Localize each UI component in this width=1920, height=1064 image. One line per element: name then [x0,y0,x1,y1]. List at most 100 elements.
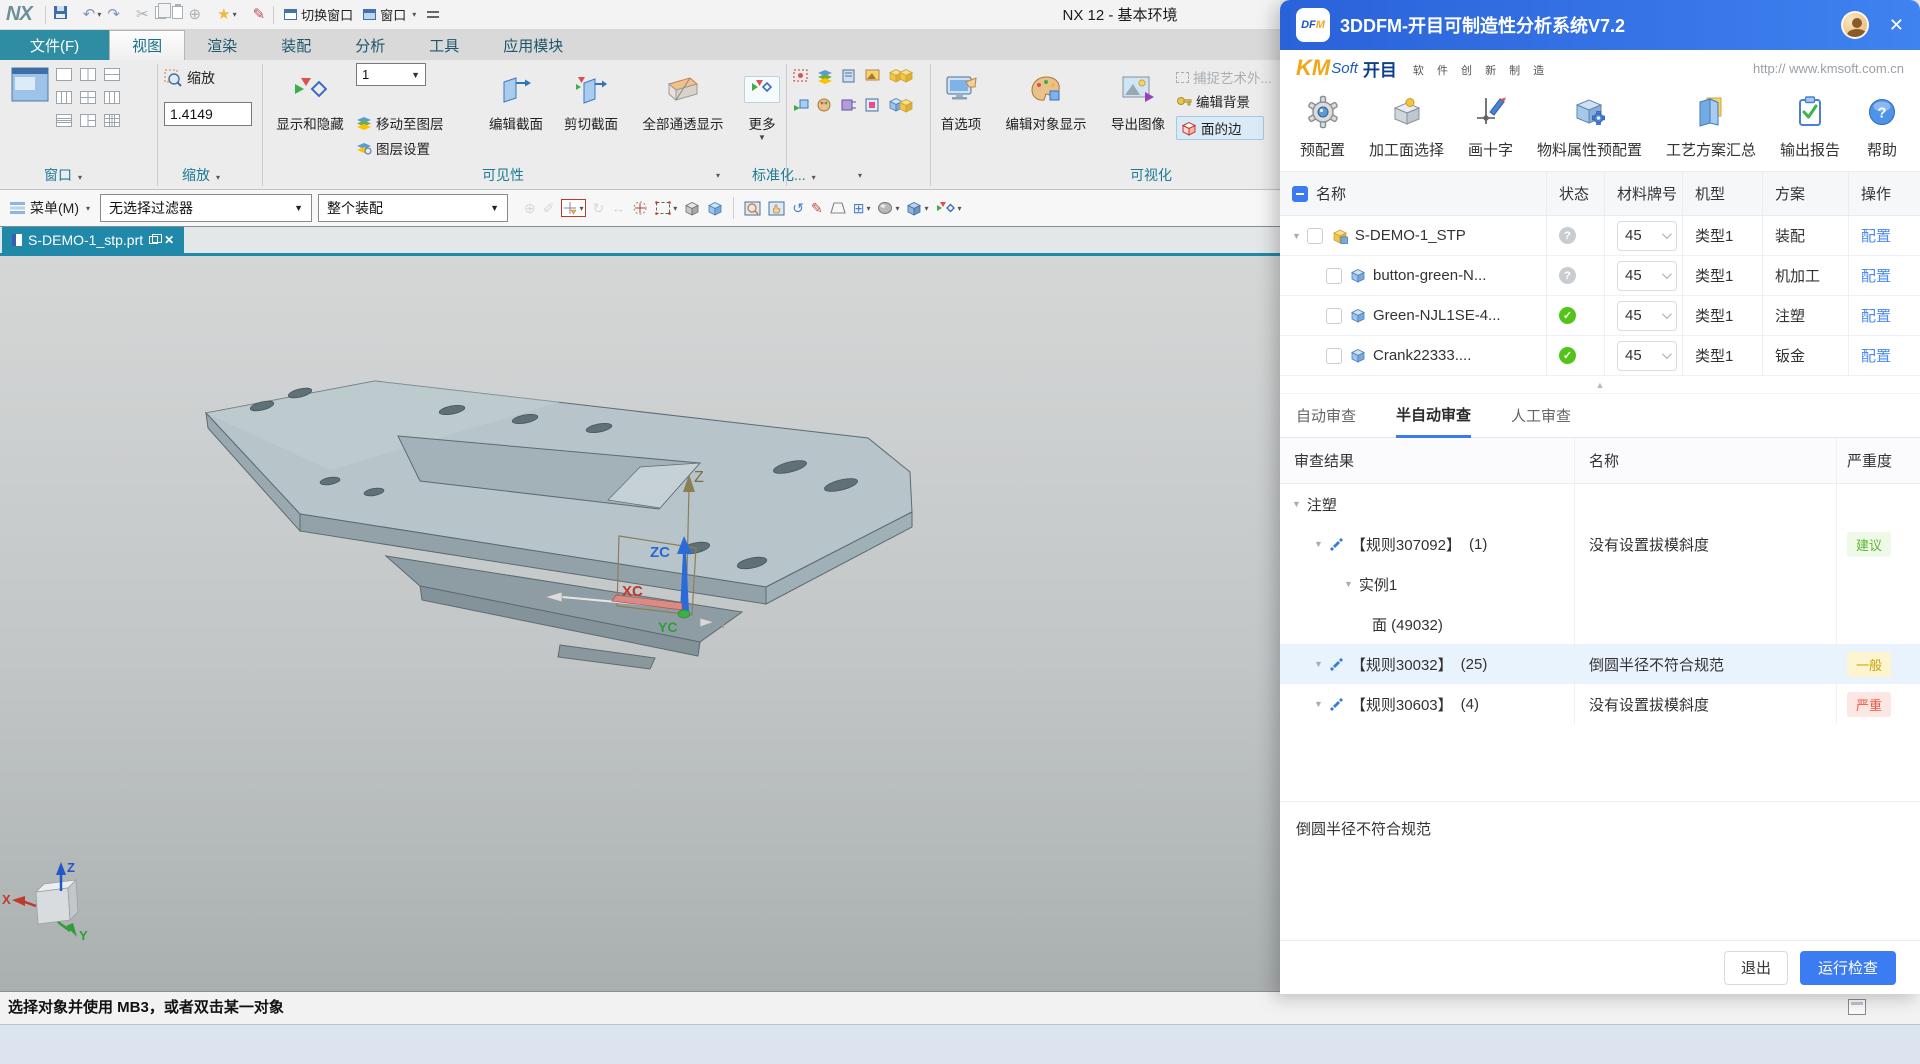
material-select[interactable]: 45 [1617,261,1677,291]
tab-restore-icon[interactable] [149,236,158,244]
window-layout-icon-4[interactable] [80,91,96,109]
ribbon-collapse-icon[interactable] [427,11,439,18]
tree-caret-icon[interactable]: ▼ [1292,499,1301,509]
render-style-icon[interactable]: ▾ [936,201,962,215]
configure-link[interactable]: 配置 [1861,265,1891,286]
window-layout-icon-7[interactable] [80,114,96,132]
kmsoft-url[interactable]: http:// www.kmsoft.com.cn [1753,61,1904,76]
selection-scope-combo[interactable]: 整个装配 ▼ [318,194,508,222]
dashed-circle-icon[interactable] [632,200,648,216]
switch-window-button[interactable]: 切换窗口 [284,5,353,24]
section-label-zoom[interactable]: 缩放▾ [182,165,220,185]
axis-label-xc[interactable]: XC [622,583,643,600]
copy-icon[interactable] [155,6,166,19]
review-table-row[interactable]: ▼【规则307092】(1)没有设置拔模斜度建议 [1280,524,1920,564]
standard-mini-icon-6[interactable] [816,97,836,118]
configure-link[interactable]: 配置 [1861,305,1891,326]
axis-label-yc[interactable]: YC [658,619,677,635]
edit-object-display-button[interactable]: 编辑对象显示 [994,65,1098,133]
window-layout-icon-3[interactable] [56,91,72,109]
standard-mini-icon-1[interactable] [816,68,836,89]
material-property-preconfig-button[interactable]: 物料属性预配置 [1537,94,1642,171]
move-to-layer-button[interactable]: 移动至图层 [356,113,480,133]
preconfig-button[interactable]: 预配置 [1300,94,1345,171]
review-table-row[interactable]: 面 (49032) [1280,604,1920,644]
status-panel-icon[interactable] [1848,999,1866,1015]
pan-hand-icon[interactable] [768,201,785,216]
undo-icon[interactable]: ↶▾ [83,7,102,22]
review-table-row[interactable]: ▼【规则30603】(4)没有设置拔模斜度严重 [1280,684,1920,724]
brush-icon[interactable]: ✎ [253,7,266,22]
window-layout-icon-5[interactable] [104,91,120,109]
menubar-item-0[interactable]: 文件(F) [0,30,109,60]
review-tab-1[interactable]: 半自动审查 [1396,395,1471,438]
tree-caret-icon[interactable]: ▼ [1292,231,1301,241]
pan-icon[interactable]: ↔ [611,201,625,215]
more-button[interactable]: 更多 ▼ [740,65,784,142]
menubar-item-4[interactable]: 分析 [333,30,407,60]
tree-caret-icon[interactable]: ▼ [1314,539,1323,549]
window-layout-icon-6[interactable] [56,114,72,132]
part-checkbox[interactable] [1326,348,1342,364]
menubar-item-3[interactable]: 装配 [259,30,333,60]
marquee-icon[interactable]: ▾ [655,201,677,215]
tree-caret-icon[interactable]: ▼ [1344,579,1353,589]
edit-section-button[interactable]: 编辑截面 [478,65,554,133]
material-select[interactable]: 45 [1617,301,1677,331]
table-collapse-button[interactable]: ▲ [1280,376,1920,394]
visibility-gallery-caret[interactable]: ▾ [710,165,720,181]
preferences-button[interactable]: 首选项 [930,65,992,133]
review-tab-0[interactable]: 自动审查 [1296,394,1356,437]
tab-close-icon[interactable]: ✕ [164,233,174,247]
menubar-item-1[interactable]: 视图 [109,30,185,60]
part-checkbox[interactable] [1326,268,1342,284]
menu-button[interactable]: 菜单(M) ▾ [6,198,94,218]
cut-icon[interactable]: ✂ [136,7,149,22]
wrench-filter-icon[interactable]: ✐ [543,201,555,215]
wire-cube-icon[interactable] [707,201,723,216]
component-cube-icon-0[interactable] [898,68,914,88]
help-button[interactable]: ?帮助 [1864,94,1900,171]
paint-icon[interactable]: ✎ [811,201,823,215]
document-tab[interactable]: S-DEMO-1_stp.prt ✕ [2,227,184,253]
highlight-filter-icon[interactable]: ▾ [561,199,585,217]
tree-caret-icon[interactable]: ▼ [1314,699,1323,709]
section-label-standard[interactable]: 标准化...▾ [752,165,816,185]
rotate-icon[interactable]: ↻ [593,201,605,215]
export-image-button[interactable]: 导出图像 [1100,65,1176,133]
effects-icon[interactable]: ★▾ [217,7,236,22]
refresh-icon[interactable]: ↺ [792,201,804,215]
select-all-checkbox[interactable] [1292,186,1308,202]
axis-label-zc[interactable]: ZC [650,544,670,561]
shaded-cube-icon[interactable] [684,201,700,216]
close-icon[interactable]: ✕ [1889,15,1904,36]
user-avatar[interactable] [1841,11,1869,39]
window-layout-button[interactable] [10,66,50,109]
review-table-row[interactable]: ▼注塑 [1280,484,1920,524]
3d-viewport[interactable]: Z X Y ZC XC YC [0,256,1280,991]
selection-filter-combo[interactable]: 无选择过滤器 ▼ [100,194,312,222]
work-layer-combo[interactable]: 1 ▼ [356,63,426,86]
review-table-row[interactable]: ▼【规则30032】(25)倒圆半径不符合规范一般 [1280,644,1920,684]
standard-mini-icon-8[interactable] [864,97,884,118]
standard-mini-icon-0[interactable] [792,68,812,89]
clip-section-button[interactable]: 剪切截面 [556,65,626,133]
material-select[interactable]: 45 [1617,221,1677,251]
grid-icon[interactable]: ⊞▾ [853,201,871,215]
mini-section-caret[interactable]: ▾ [852,165,862,181]
machining-face-select-button[interactable]: 加工面选择 [1369,94,1444,171]
tree-caret-icon[interactable]: ▼ [1314,659,1323,669]
menubar-item-2[interactable]: 渲染 [185,30,259,60]
edit-background-button[interactable]: 编辑背景 [1176,89,1278,113]
paste-icon[interactable] [172,6,183,19]
output-report-button[interactable]: 输出报告 [1780,94,1840,171]
face-edges-button[interactable]: 面的边 [1176,116,1264,140]
layer-settings-button[interactable]: 图层设置 [356,138,480,158]
save-icon[interactable] [54,6,67,19]
window-menu-button[interactable]: 窗口 ▾ [363,5,416,24]
menubar-item-5[interactable]: 工具 [407,30,481,60]
process-plan-summary-button[interactable]: 工艺方案汇总 [1666,94,1756,171]
standard-mini-icon-2[interactable] [840,68,860,89]
style-cube-icon[interactable]: ▾ [906,201,928,216]
show-hide-button[interactable]: 显示和隐藏 [264,65,356,133]
